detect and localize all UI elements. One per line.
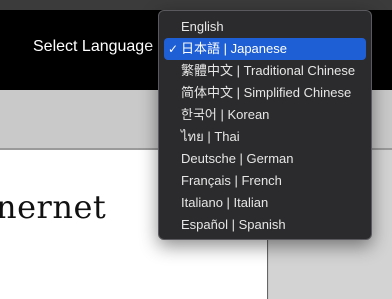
menu-item-thai[interactable]: ไทย | Thai <box>164 126 366 148</box>
menu-item-label: 简体中文 | Simplified Chinese <box>181 85 352 100</box>
menu-item-italian[interactable]: Italiano | Italian <box>164 192 366 214</box>
checkmark-icon: ✓ <box>168 42 179 56</box>
menu-item-label: 繁體中文 | Traditional Chinese <box>181 63 356 78</box>
menu-item-label: Español | Spanish <box>181 217 286 232</box>
page: Select Language nernet English ✓ 日本語 | J… <box>0 0 392 299</box>
menu-item-spanish[interactable]: Español | Spanish <box>164 214 366 236</box>
menu-item-simplified-chinese[interactable]: 简体中文 | Simplified Chinese <box>164 82 366 104</box>
window-top-strip <box>0 0 392 10</box>
menu-item-label: 한국어 | Korean <box>181 107 270 122</box>
menu-item-korean[interactable]: 한국어 | Korean <box>164 104 366 126</box>
menu-item-french[interactable]: Français | French <box>164 170 366 192</box>
page-heading: nernet <box>0 188 107 226</box>
menu-item-german[interactable]: Deutsche | German <box>164 148 366 170</box>
select-language-label: Select Language <box>33 38 154 55</box>
menu-item-label: 日本語 | Japanese <box>181 41 287 56</box>
menu-item-label: ไทย | Thai <box>181 129 240 144</box>
language-dropdown-menu[interactable]: English ✓ 日本語 | Japanese 繁體中文 | Traditio… <box>158 10 372 240</box>
menu-item-japanese[interactable]: ✓ 日本語 | Japanese <box>164 38 366 60</box>
menu-item-english[interactable]: English <box>164 16 366 38</box>
menu-item-label: Deutsche | German <box>181 151 294 166</box>
menu-item-label: English <box>181 19 224 34</box>
menu-item-traditional-chinese[interactable]: 繁體中文 | Traditional Chinese <box>164 60 366 82</box>
menu-item-label: Italiano | Italian <box>181 195 269 210</box>
menu-item-label: Français | French <box>181 173 282 188</box>
